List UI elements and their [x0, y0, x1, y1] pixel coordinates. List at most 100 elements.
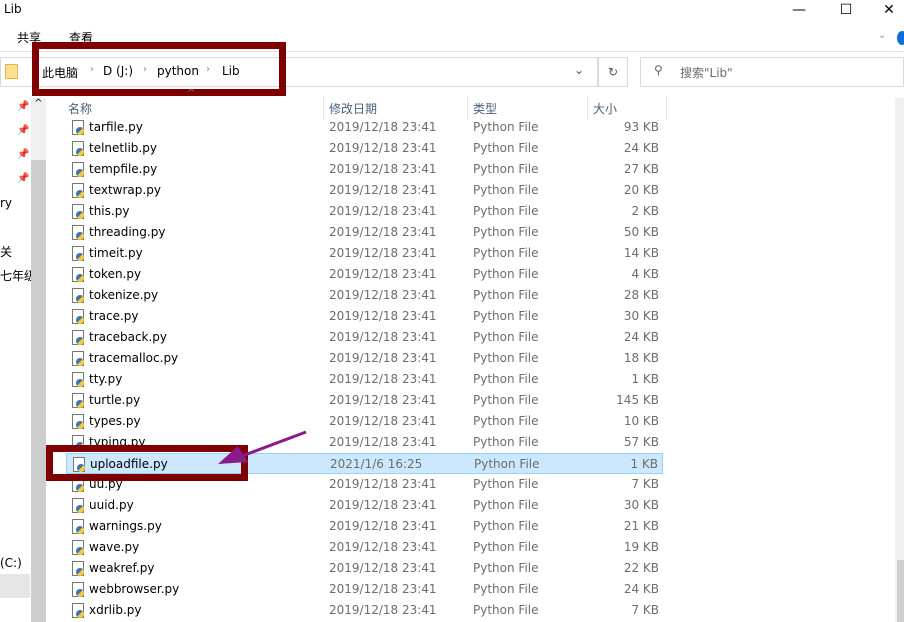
- ribbon-expand-icon[interactable]: ⌄: [878, 30, 886, 41]
- file-row[interactable]: this.py 2019/12/18 23:41 Python File 2 K…: [66, 201, 663, 222]
- file-row[interactable]: trace.py 2019/12/18 23:41 Python File 30…: [66, 306, 663, 327]
- file-row[interactable]: wave.py 2019/12/18 23:41 Python File 19 …: [66, 537, 663, 558]
- python-file-icon: [72, 288, 84, 303]
- file-size: 20 KB: [623, 183, 659, 197]
- column-size[interactable]: 大小: [593, 100, 617, 117]
- file-row[interactable]: tokenize.py 2019/12/18 23:41 Python File…: [66, 285, 663, 306]
- nav-scrollbar[interactable]: [31, 98, 46, 622]
- file-name: webbrowser.py: [89, 582, 180, 596]
- column-name[interactable]: 名称: [68, 100, 92, 117]
- file-size: 24 KB: [623, 141, 659, 155]
- file-row[interactable]: warnings.py 2019/12/18 23:41 Python File…: [66, 516, 663, 537]
- file-type: Python File: [473, 288, 539, 302]
- file-date: 2019/12/18 23:41: [329, 561, 437, 575]
- search-placeholder: 搜索"Lib": [680, 66, 733, 80]
- file-row[interactable]: tarfile.py 2019/12/18 23:41 Python File …: [66, 117, 663, 138]
- file-row[interactable]: threading.py 2019/12/18 23:41 Python Fil…: [66, 222, 663, 243]
- minimize-button[interactable]: —: [776, 0, 822, 20]
- python-file-icon: [72, 330, 84, 345]
- column-date[interactable]: 修改日期: [329, 100, 377, 117]
- file-name: tokenize.py: [89, 288, 159, 302]
- file-date: 2019/12/18 23:41: [329, 330, 437, 344]
- file-row[interactable]: xdrlib.py 2019/12/18 23:41 Python File 7…: [66, 600, 663, 621]
- help-icon[interactable]: [897, 31, 904, 45]
- file-date: 2019/12/18 23:41: [329, 351, 437, 365]
- file-type: Python File: [473, 582, 539, 596]
- python-file-icon: [72, 540, 84, 555]
- file-name: uuid.py: [89, 498, 134, 512]
- column-type[interactable]: 类型: [473, 100, 497, 117]
- address-dropdown-icon[interactable]: ⌄: [574, 63, 584, 77]
- file-name: token.py: [89, 267, 142, 281]
- file-type: Python File: [473, 477, 539, 491]
- window-title: Lib: [4, 2, 22, 16]
- maximize-button[interactable]: ☐: [823, 0, 869, 20]
- file-date: 2019/12/18 23:41: [329, 120, 437, 134]
- file-row[interactable]: token.py 2019/12/18 23:41 Python File 4 …: [66, 264, 663, 285]
- python-file-icon: [72, 519, 84, 534]
- file-row[interactable]: types.py 2019/12/18 23:41 Python File 10…: [66, 411, 663, 432]
- file-date: 2019/12/18 23:41: [329, 372, 437, 386]
- file-row[interactable]: textwrap.py 2019/12/18 23:41 Python File…: [66, 180, 663, 201]
- file-name: xdrlib.py: [89, 603, 142, 617]
- column-divider[interactable]: [666, 96, 667, 120]
- nav-item[interactable]: 关: [0, 243, 12, 260]
- scrollbar-thumb[interactable]: [897, 560, 904, 622]
- close-button[interactable]: ✕: [866, 0, 904, 20]
- nav-selected-item[interactable]: [0, 574, 30, 598]
- python-file-icon: [72, 267, 84, 282]
- file-name: trace.py: [89, 309, 139, 323]
- file-type: Python File: [473, 267, 539, 281]
- python-file-icon: [72, 582, 84, 597]
- nav-item[interactable]: ry: [0, 196, 12, 210]
- nav-scroll-up-button[interactable]: ^: [31, 98, 46, 160]
- file-size: 1 KB: [630, 457, 658, 471]
- pin-icon: 📌: [17, 173, 30, 184]
- file-row[interactable]: traceback.py 2019/12/18 23:41 Python Fil…: [66, 327, 663, 348]
- file-date: 2021/1/6 16:25: [330, 457, 423, 471]
- file-row[interactable]: tty.py 2019/12/18 23:41 Python File 1 KB: [66, 369, 663, 390]
- file-date: 2019/12/18 23:41: [329, 393, 437, 407]
- file-row[interactable]: timeit.py 2019/12/18 23:41 Python File 1…: [66, 243, 663, 264]
- file-type: Python File: [473, 225, 539, 239]
- file-size: 1 KB: [631, 372, 659, 386]
- file-size: 27 KB: [623, 162, 659, 176]
- annotation-arrow: [218, 430, 307, 464]
- python-file-icon: [72, 603, 84, 618]
- file-type: Python File: [474, 457, 540, 471]
- file-type: Python File: [473, 246, 539, 260]
- file-date: 2019/12/18 23:41: [329, 225, 437, 239]
- python-file-icon: [72, 393, 84, 408]
- file-name: timeit.py: [89, 246, 143, 260]
- file-type: Python File: [473, 393, 539, 407]
- file-row[interactable]: tracemalloc.py 2019/12/18 23:41 Python F…: [66, 348, 663, 369]
- file-row[interactable]: weakref.py 2019/12/18 23:41 Python File …: [66, 558, 663, 579]
- file-type: Python File: [473, 141, 539, 155]
- file-row[interactable]: telnetlib.py 2019/12/18 23:41 Python Fil…: [66, 138, 663, 159]
- file-size: 24 KB: [623, 582, 659, 596]
- file-row[interactable]: tempfile.py 2019/12/18 23:41 Python File…: [66, 159, 663, 180]
- file-date: 2019/12/18 23:41: [329, 519, 437, 533]
- file-row[interactable]: turtle.py 2019/12/18 23:41 Python File 1…: [66, 390, 663, 411]
- file-type: Python File: [473, 603, 539, 617]
- file-type: Python File: [473, 120, 539, 134]
- nav-item-c-drive[interactable]: (C:): [0, 556, 22, 570]
- file-date: 2019/12/18 23:41: [329, 267, 437, 281]
- file-type: Python File: [473, 204, 539, 218]
- file-row[interactable]: webbrowser.py 2019/12/18 23:41 Python Fi…: [66, 579, 663, 600]
- search-icon: ⚲: [654, 63, 663, 77]
- refresh-button[interactable]: ↻: [598, 57, 628, 87]
- file-name: traceback.py: [89, 330, 168, 344]
- file-name: tracemalloc.py: [89, 351, 179, 365]
- python-file-icon: [72, 120, 84, 135]
- file-row[interactable]: uuid.py 2019/12/18 23:41 Python File 30 …: [66, 495, 663, 516]
- file-date: 2019/12/18 23:41: [329, 141, 437, 155]
- python-file-icon: [72, 414, 84, 429]
- file-list-scrollbar[interactable]: [895, 98, 904, 622]
- pin-icon: 📌: [17, 125, 30, 136]
- file-date: 2019/12/18 23:41: [329, 582, 437, 596]
- file-name: wave.py: [89, 540, 140, 554]
- file-date: 2019/12/18 23:41: [329, 435, 437, 449]
- python-file-icon: [72, 204, 84, 219]
- file-size: 30 KB: [623, 309, 659, 323]
